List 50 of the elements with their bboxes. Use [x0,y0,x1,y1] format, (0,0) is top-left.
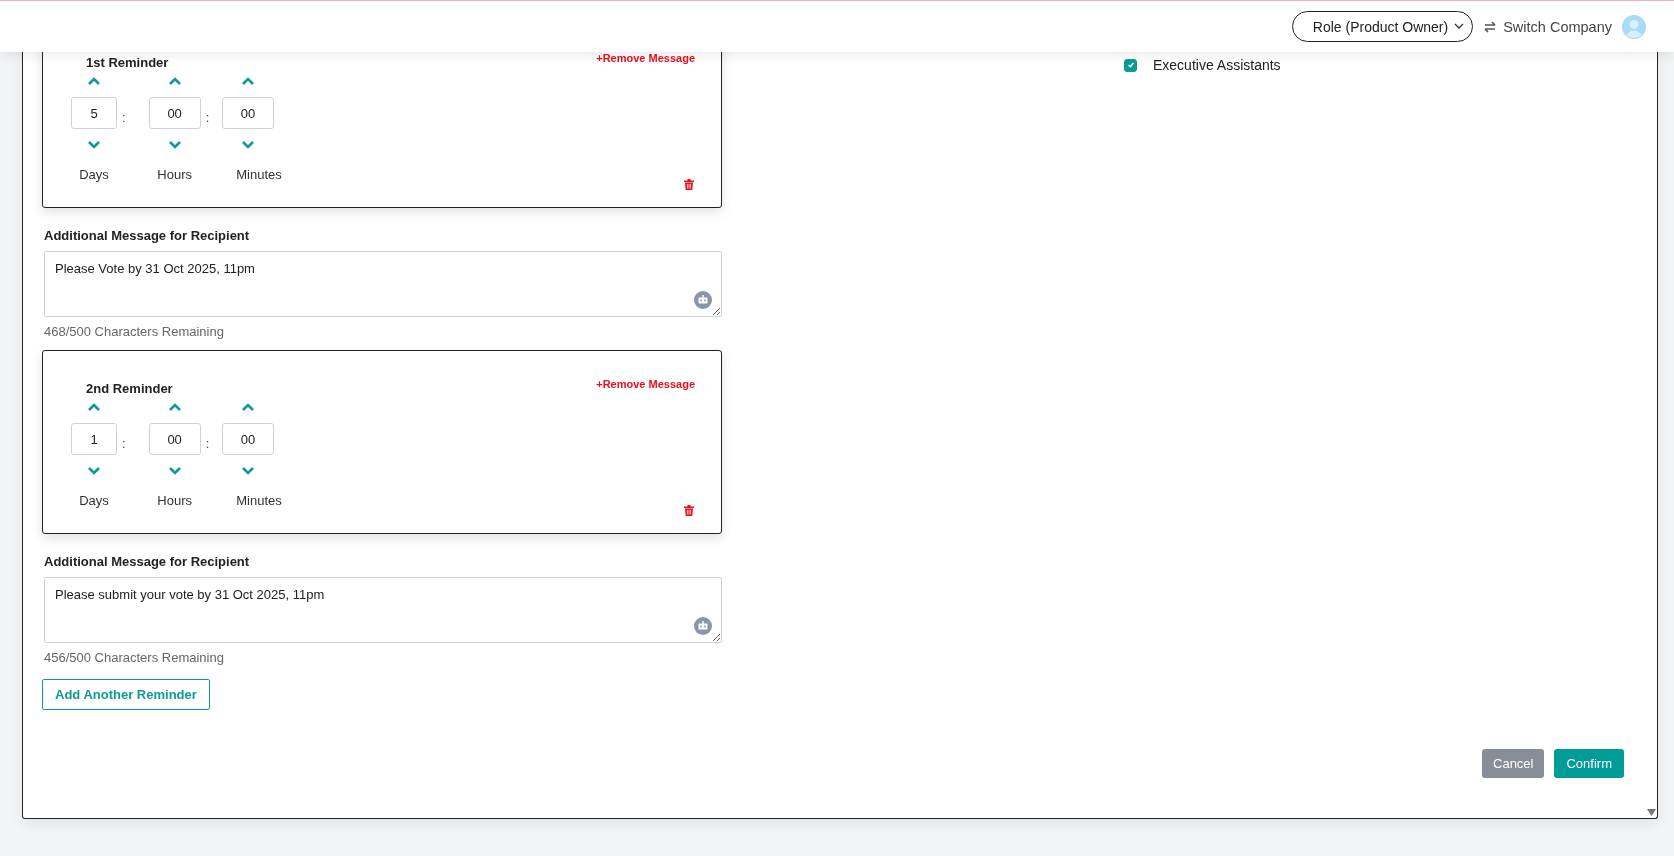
scroll-down-icon[interactable] [1647,809,1656,816]
separator-text: : [122,110,126,125]
checkbox[interactable] [1124,58,1137,72]
chevron-down-icon[interactable] [241,140,255,150]
separator-text: : [122,436,126,451]
chevron-up-icon[interactable] [167,76,182,86]
time-input[interactable]: 1 [71,423,117,455]
checkbox-label: Executive Assistants [1153,57,1281,73]
message-textarea[interactable]: Please submit your vote by 31 Oct 2025, 11pm [44,577,722,643]
time-input[interactable]: 00 [222,97,274,129]
remove-message-link[interactable]: +Remove Message [596,378,695,390]
remove-message-link[interactable]: +Remove Message [596,52,695,64]
separator-text: : [205,436,210,451]
role-dropdown[interactable]: Role (Product Owner) [1291,11,1474,42]
trash-icon[interactable] [684,179,694,190]
unit-label: Minutes [236,493,282,508]
unit-label: Hours [157,167,192,182]
unit-label: Days [79,493,109,508]
time-input[interactable]: 00 [222,423,274,455]
chevron-down-icon[interactable] [167,140,182,150]
chevron-down-icon[interactable] [87,140,101,150]
time-input[interactable]: 5 [71,97,117,129]
chevron-down-icon[interactable] [87,466,101,476]
unit-label: Hours [157,493,192,508]
field-label: Additional Message for Recipient [44,228,251,243]
robot-icon[interactable] [694,291,712,309]
time-input[interactable]: 00 [148,97,201,129]
robot-icon[interactable] [694,617,712,635]
chevron-down-icon[interactable] [241,466,255,476]
field-label: Additional Message for Recipient [44,554,251,569]
checkmark-icon [1126,61,1135,69]
character-counter: 456/500 Characters Remaining [44,650,225,665]
unit-label: Days [79,167,109,182]
chevron-up-icon[interactable] [241,402,255,412]
chevron-down-icon[interactable] [167,466,182,476]
caret-icon [1454,23,1465,30]
separator-text: : [205,110,210,125]
chevron-up-icon[interactable] [87,76,101,86]
trash-icon[interactable] [684,505,694,516]
reminder-title: 2nd Reminder [86,381,173,396]
unit-label: Minutes [236,167,282,182]
reminder-title: 1st Reminder [86,55,169,70]
character-counter: 468/500 Characters Remaining [44,324,225,339]
swap-icon [1483,19,1498,34]
switch-company-link[interactable]: Switch Company [1483,18,1612,35]
chevron-up-icon[interactable] [87,402,101,412]
chevron-up-icon[interactable] [167,402,182,412]
message-textarea[interactable]: Please Vote by 31 Oct 2025, 11pm [44,251,722,317]
time-input[interactable]: 00 [148,423,201,455]
chevron-up-icon[interactable] [241,76,255,86]
